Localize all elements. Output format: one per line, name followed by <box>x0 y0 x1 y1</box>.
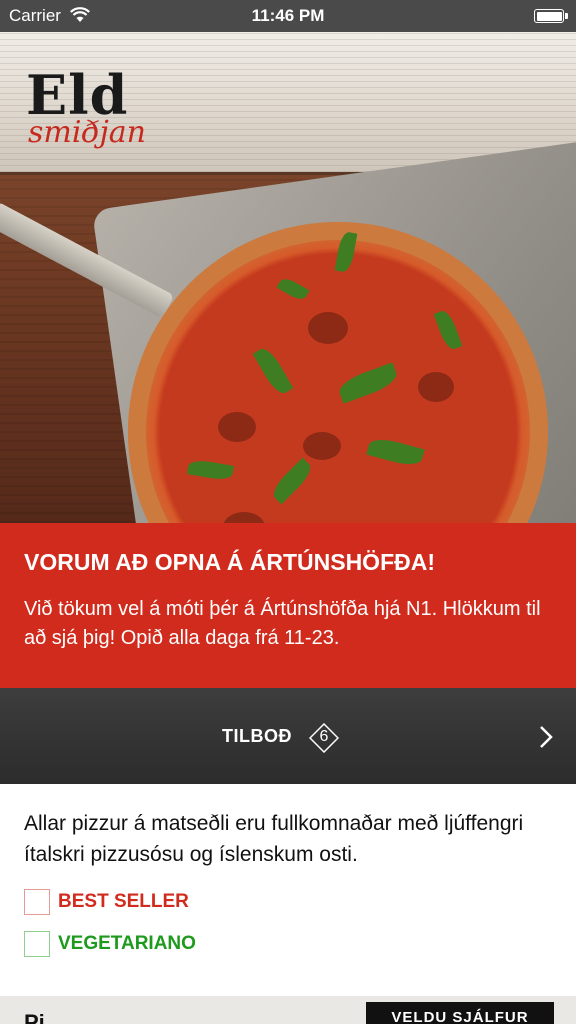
promo-banner[interactable]: VORUM AÐ OPNA Á ÁRTÚNSHÖFÐA! Við tökum v… <box>0 523 576 688</box>
best-seller-label: BEST SELLER <box>58 891 189 912</box>
offers-bar[interactable]: TILBOÐ 6 <box>0 688 576 784</box>
category-header: Pi VELDU SJÁLFUR <box>0 996 576 1024</box>
offers-count-badge: 6 <box>308 722 340 754</box>
promo-title: VORUM AÐ OPNA Á ÁRTÚNSHÖFÐA! <box>24 549 436 575</box>
status-time: 11:46 PM <box>251 6 325 25</box>
build-your-own-button[interactable]: VELDU SJÁLFUR <box>366 1002 554 1024</box>
offers-label: TILBOÐ <box>222 726 292 746</box>
vegetariano-swatch <box>24 931 50 957</box>
chevron-right-icon[interactable] <box>538 724 554 750</box>
category-title: Pi <box>24 1010 45 1024</box>
menu-info-text: Allar pizzur á matseðli eru fullkomnaðar… <box>24 812 524 866</box>
best-seller-swatch <box>24 889 50 915</box>
offers-count: 6 <box>319 728 329 745</box>
battery-icon <box>534 9 568 23</box>
logo[interactable]: Eld smiðjan <box>26 63 147 160</box>
logo-sub-text: smiðjan <box>28 115 147 150</box>
promo-body: Við tökum vel á móti þér á Ártúnshöfða h… <box>24 598 541 649</box>
vegetariano-label: VEGETARIANO <box>58 933 196 954</box>
logo-main-text: Eld <box>26 63 129 127</box>
hero-image: Eld smiðjan <box>0 32 576 523</box>
status-bar: Carrier 11:46 PM <box>0 0 576 32</box>
